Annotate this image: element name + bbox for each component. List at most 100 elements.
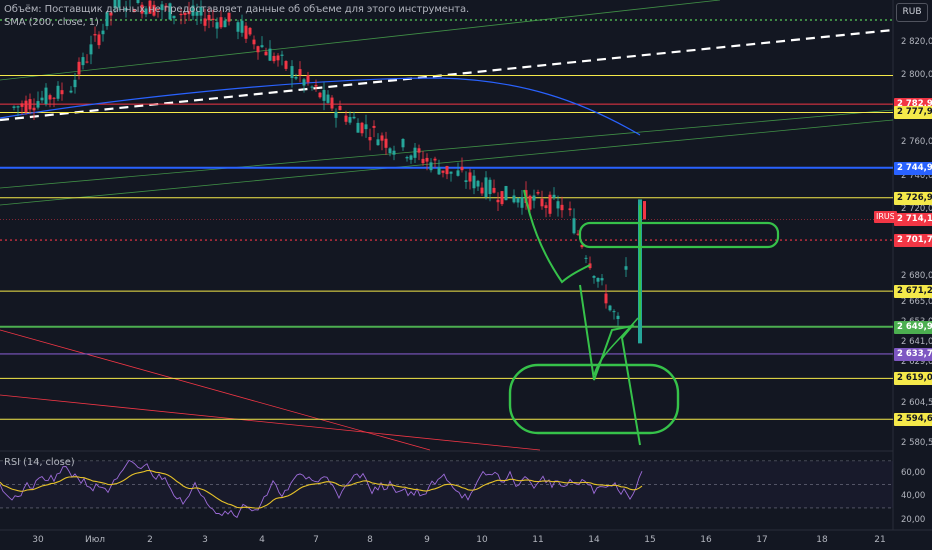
time-tick: Июл <box>84 535 106 545</box>
sma-legend[interactable]: SMA (200, close, 1) <box>4 17 99 28</box>
candle-body <box>429 162 433 171</box>
candle-body <box>413 147 417 158</box>
price-label: 2 671,23 <box>894 285 932 299</box>
candle-body <box>405 157 409 159</box>
candle-body <box>544 205 548 209</box>
candle-body <box>384 138 388 148</box>
candle-body <box>12 106 16 108</box>
candle-body <box>44 87 48 105</box>
time-tick: 4 <box>259 535 265 545</box>
candle-body <box>512 195 516 203</box>
candle-body <box>604 293 608 304</box>
candle-body <box>36 101 40 108</box>
candle-body <box>330 97 334 109</box>
time-tick: 2 <box>147 535 153 545</box>
candle-body <box>460 166 464 171</box>
time-tick: 30 <box>32 535 44 545</box>
candle-body <box>532 195 536 201</box>
price-tick: 2 820,00 <box>901 37 932 47</box>
candle-body <box>240 20 244 33</box>
candle-body <box>60 90 64 95</box>
price-tick: 2 800,00 <box>901 70 932 81</box>
price-chart-canvas[interactable] <box>0 0 932 550</box>
candle-body <box>496 199 500 203</box>
candle-body <box>392 150 396 155</box>
candle-body <box>380 135 384 141</box>
price-tick: 2 604,50 <box>901 397 932 408</box>
price-label: 2 777,93 <box>894 106 932 120</box>
candle-body <box>360 122 364 134</box>
candle-body <box>101 30 105 35</box>
candle-body <box>608 305 612 311</box>
rsi-tick: 40,00 <box>901 491 926 502</box>
currency-button[interactable]: RUB <box>896 3 928 22</box>
candle-body <box>294 77 298 79</box>
candle-body <box>596 277 600 282</box>
candle-body <box>421 158 425 164</box>
candle-body <box>616 315 620 320</box>
candle-body <box>556 201 560 209</box>
time-tick: 21 <box>874 535 886 545</box>
candle-body <box>417 148 421 153</box>
candle-body <box>268 48 272 61</box>
time-tick: 18 <box>816 535 828 545</box>
candle-body <box>449 171 453 174</box>
price-label: 2 649,96 <box>894 320 932 334</box>
candle-body <box>306 75 310 83</box>
candle-body <box>437 167 441 175</box>
candle-body <box>284 61 288 69</box>
rsi-tick: 20,00 <box>901 514 926 525</box>
price-label: 2 726,97 <box>894 191 932 205</box>
candle-body <box>20 103 24 107</box>
candle-body <box>207 14 211 21</box>
candle-body <box>97 34 101 46</box>
candle-body <box>476 180 480 187</box>
candle-body <box>52 97 56 99</box>
candle-body <box>73 79 77 88</box>
candle-body <box>69 90 73 93</box>
candle-body <box>85 61 89 63</box>
candle-body <box>560 204 564 211</box>
drawn-ellipse <box>578 221 780 249</box>
candle-body <box>48 95 52 100</box>
candle-body <box>500 191 504 205</box>
volume-legend[interactable]: Объём: Поставщик данных не предоставляет… <box>4 4 469 15</box>
rsi-legend[interactable]: RSI (14, close) <box>4 457 75 468</box>
candle-body <box>172 15 176 19</box>
candle-body <box>264 51 268 56</box>
candle-body <box>425 157 429 162</box>
candle-body <box>401 138 405 148</box>
time-tick: 14 <box>588 535 600 545</box>
candle-body <box>318 92 322 98</box>
candle-body <box>215 22 219 29</box>
candle-body <box>244 25 248 39</box>
candle-body <box>256 46 260 53</box>
candle-body <box>572 218 576 234</box>
candle-body <box>93 34 97 36</box>
candle-body <box>290 66 294 78</box>
time-tick: 16 <box>700 535 712 545</box>
trend-line <box>0 109 894 189</box>
candle-body <box>488 179 492 195</box>
price-label: 2 701,70 <box>894 234 932 248</box>
price-label: 2 633,70 <box>894 347 932 361</box>
time-tick: 11 <box>532 535 544 545</box>
candle-body <box>516 198 520 203</box>
candle-body <box>40 97 44 101</box>
price-label: 2 744,93 <box>894 161 932 175</box>
candle-body <box>441 170 445 173</box>
candle-body <box>464 180 468 182</box>
price-label: 2 714,14 <box>894 213 932 227</box>
candle-body <box>348 117 352 123</box>
red-trend-line <box>0 394 541 451</box>
price-label: 2 594,65 <box>894 413 932 427</box>
candle-body <box>484 177 488 197</box>
price-tick: 2 665,00 <box>901 296 932 307</box>
candle-body <box>81 57 85 66</box>
candle-body <box>203 18 207 26</box>
candle-body <box>372 125 376 128</box>
time-tick: 8 <box>367 535 373 545</box>
price-label: 2 619,09 <box>894 372 932 386</box>
candle-body <box>364 124 368 130</box>
candle-body <box>310 86 314 88</box>
